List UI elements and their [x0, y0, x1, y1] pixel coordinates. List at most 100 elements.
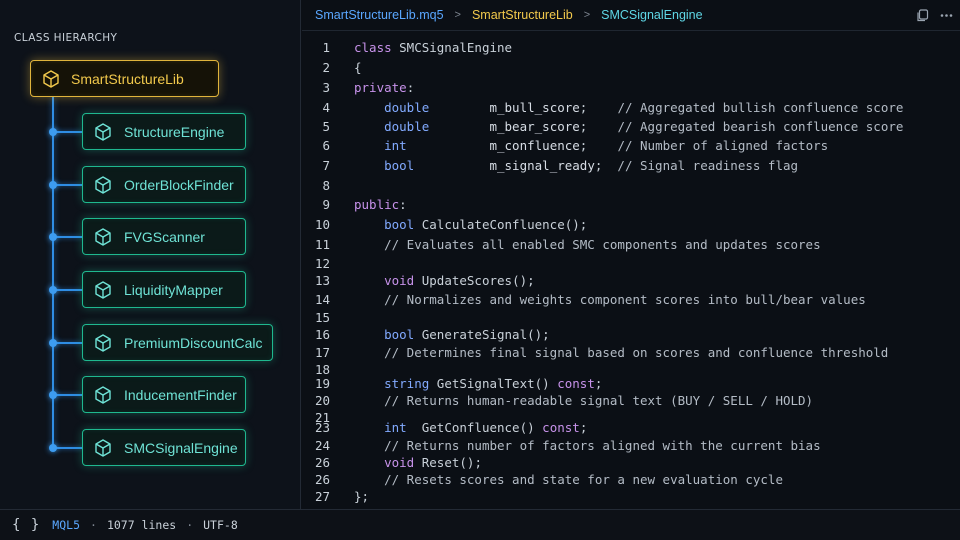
tree-branch-dot	[49, 286, 57, 294]
code-line[interactable]: 20 // Returns human-readable signal text…	[302, 393, 960, 411]
code-token: m_bull_score	[489, 100, 580, 115]
code-line[interactable]: 3 private:	[302, 80, 960, 98]
code-line[interactable]: 1 class SMCSignalEngine	[302, 40, 960, 58]
status-language[interactable]: MQL5	[52, 518, 80, 532]
tree-branch-line	[53, 342, 82, 344]
status-encoding[interactable]: UTF-8	[203, 518, 238, 532]
code-token: // Aggregated bullish confluence score	[617, 100, 904, 115]
tree-child-node[interactable]: SMCSignalEngine	[82, 429, 246, 466]
breadcrumb-symbol[interactable]: SMCSignalEngine	[601, 8, 702, 22]
cube-icon	[95, 385, 111, 404]
code-editor[interactable]: SmartStructureLib.mq5 > SmartStructureLi…	[302, 0, 960, 509]
code-line[interactable]: 27};	[302, 489, 960, 507]
code-token: // Normalizes and weights component scor…	[384, 292, 866, 307]
braces-icon: { }	[12, 517, 41, 533]
code-token: CalculateConfluence	[421, 217, 565, 232]
code-line[interactable]: 16 bool GenerateSignal();	[302, 327, 960, 345]
code-line[interactable]: 10 bool CalculateConfluence();	[302, 217, 960, 235]
tree-child-node[interactable]: FVGScanner	[82, 218, 246, 255]
line-number: 17	[314, 345, 330, 360]
more-icon[interactable]	[938, 7, 954, 23]
tree-branch-dot	[49, 444, 57, 452]
cube-icon	[95, 333, 111, 352]
code-line[interactable]: 7 bool m_signal_ready; // Signal readine…	[302, 158, 960, 176]
code-line[interactable]: 26 void Reset();	[302, 455, 960, 473]
code-token: double	[384, 119, 430, 134]
line-number: 16	[314, 327, 330, 342]
tree-child-node[interactable]: StructureEngine	[82, 113, 246, 150]
code-line[interactable]: 4 double m_bull_score; // Aggregated bul…	[302, 100, 960, 118]
code-line[interactable]: 11 // Evaluates all enabled SMC componen…	[302, 237, 960, 255]
tree-branch-dot	[49, 128, 57, 136]
code-token: GetSignalText	[436, 376, 535, 391]
tree-child-node[interactable]: LiquidityMapper	[82, 271, 246, 308]
code-line[interactable]: 13 void UpdateScores();	[302, 273, 960, 291]
code-token: m_confluence	[489, 138, 580, 153]
code-line[interactable]: 9 public:	[302, 197, 960, 215]
code-line[interactable]: 14 // Normalizes and weights component s…	[302, 292, 960, 310]
code-text: // Returns human-readable signal text (B…	[354, 393, 813, 408]
status-line-count: 1077 lines	[106, 518, 177, 532]
code-line[interactable]: 5 double m_bear_score; // Aggregated bea…	[302, 119, 960, 137]
tree-root-node[interactable]: SmartStructureLib	[30, 60, 219, 97]
code-line[interactable]: 19 string GetSignalText() const;	[302, 376, 960, 394]
tree-child-label: SMCSignalEngine	[124, 439, 238, 456]
code-line[interactable]: 17 // Determines final signal based on s…	[302, 345, 960, 363]
line-number: 26	[314, 472, 330, 487]
tree-branch-line	[53, 131, 82, 133]
code-text: };	[354, 489, 369, 504]
line-number: 5	[322, 119, 330, 134]
tree-child-node[interactable]: InducementFinder	[82, 376, 246, 413]
cube-icon	[95, 227, 111, 246]
code-line[interactable]: 26 // Resets scores and state for a new …	[302, 472, 960, 490]
cube-icon	[95, 122, 111, 141]
code-token: UpdateScores	[421, 273, 513, 288]
code-text: // Normalizes and weights component scor…	[354, 292, 866, 307]
code-text: public:	[354, 197, 407, 212]
status-separator: ·	[186, 518, 194, 532]
code-line[interactable]: 8	[302, 178, 960, 196]
breadcrumb: SmartStructureLib.mq5 > SmartStructureLi…	[302, 0, 960, 31]
code-token: bool	[384, 327, 415, 342]
tree-child-label: InducementFinder	[124, 386, 237, 403]
breadcrumb-file[interactable]: SmartStructureLib.mq5	[315, 8, 444, 22]
tree-child-node[interactable]: OrderBlockFinder	[82, 166, 246, 203]
code-token: // Resets scores and state for a new eva…	[384, 472, 783, 487]
copy-icon[interactable]	[914, 7, 930, 23]
line-number: 11	[314, 237, 330, 252]
code-token: :	[406, 80, 415, 95]
code-token: int	[384, 138, 407, 153]
code-line[interactable]: 23 int GetConfluence() const;	[302, 420, 960, 438]
code-token: bool	[384, 217, 415, 232]
code-line[interactable]: 2{	[302, 60, 960, 78]
code-token: const	[557, 376, 595, 391]
code-line[interactable]: 15	[302, 310, 960, 328]
line-number: 7	[322, 158, 330, 173]
breadcrumb-namespace[interactable]: SmartStructureLib	[472, 8, 573, 22]
cube-icon	[95, 280, 111, 299]
class-hierarchy-panel: CLASS HIERARCHY SmartStructureLib Struct…	[0, 0, 301, 509]
code-line[interactable]: 12	[302, 256, 960, 274]
tree-branch-line	[53, 289, 82, 291]
line-number: 15	[314, 310, 330, 325]
code-line[interactable]: 24 // Returns number of factors aligned …	[302, 438, 960, 456]
code-token: ;	[579, 420, 588, 435]
code-token: bool	[384, 158, 415, 173]
code-token: class	[354, 40, 400, 55]
status-bar: { } MQL5 · 1077 lines · UTF-8	[0, 509, 960, 540]
code-token: {	[354, 60, 362, 75]
code-line[interactable]: 6 int m_confluence; // Number of aligned…	[302, 138, 960, 156]
tree-child-node[interactable]: PremiumDiscountCalc	[82, 324, 273, 361]
tree-branch-line	[53, 236, 82, 238]
app-window: CLASS HIERARCHY SmartStructureLib Struct…	[0, 0, 960, 540]
code-token: // Returns human-readable signal text (B…	[384, 393, 814, 408]
code-text: bool CalculateConfluence();	[354, 217, 587, 232]
